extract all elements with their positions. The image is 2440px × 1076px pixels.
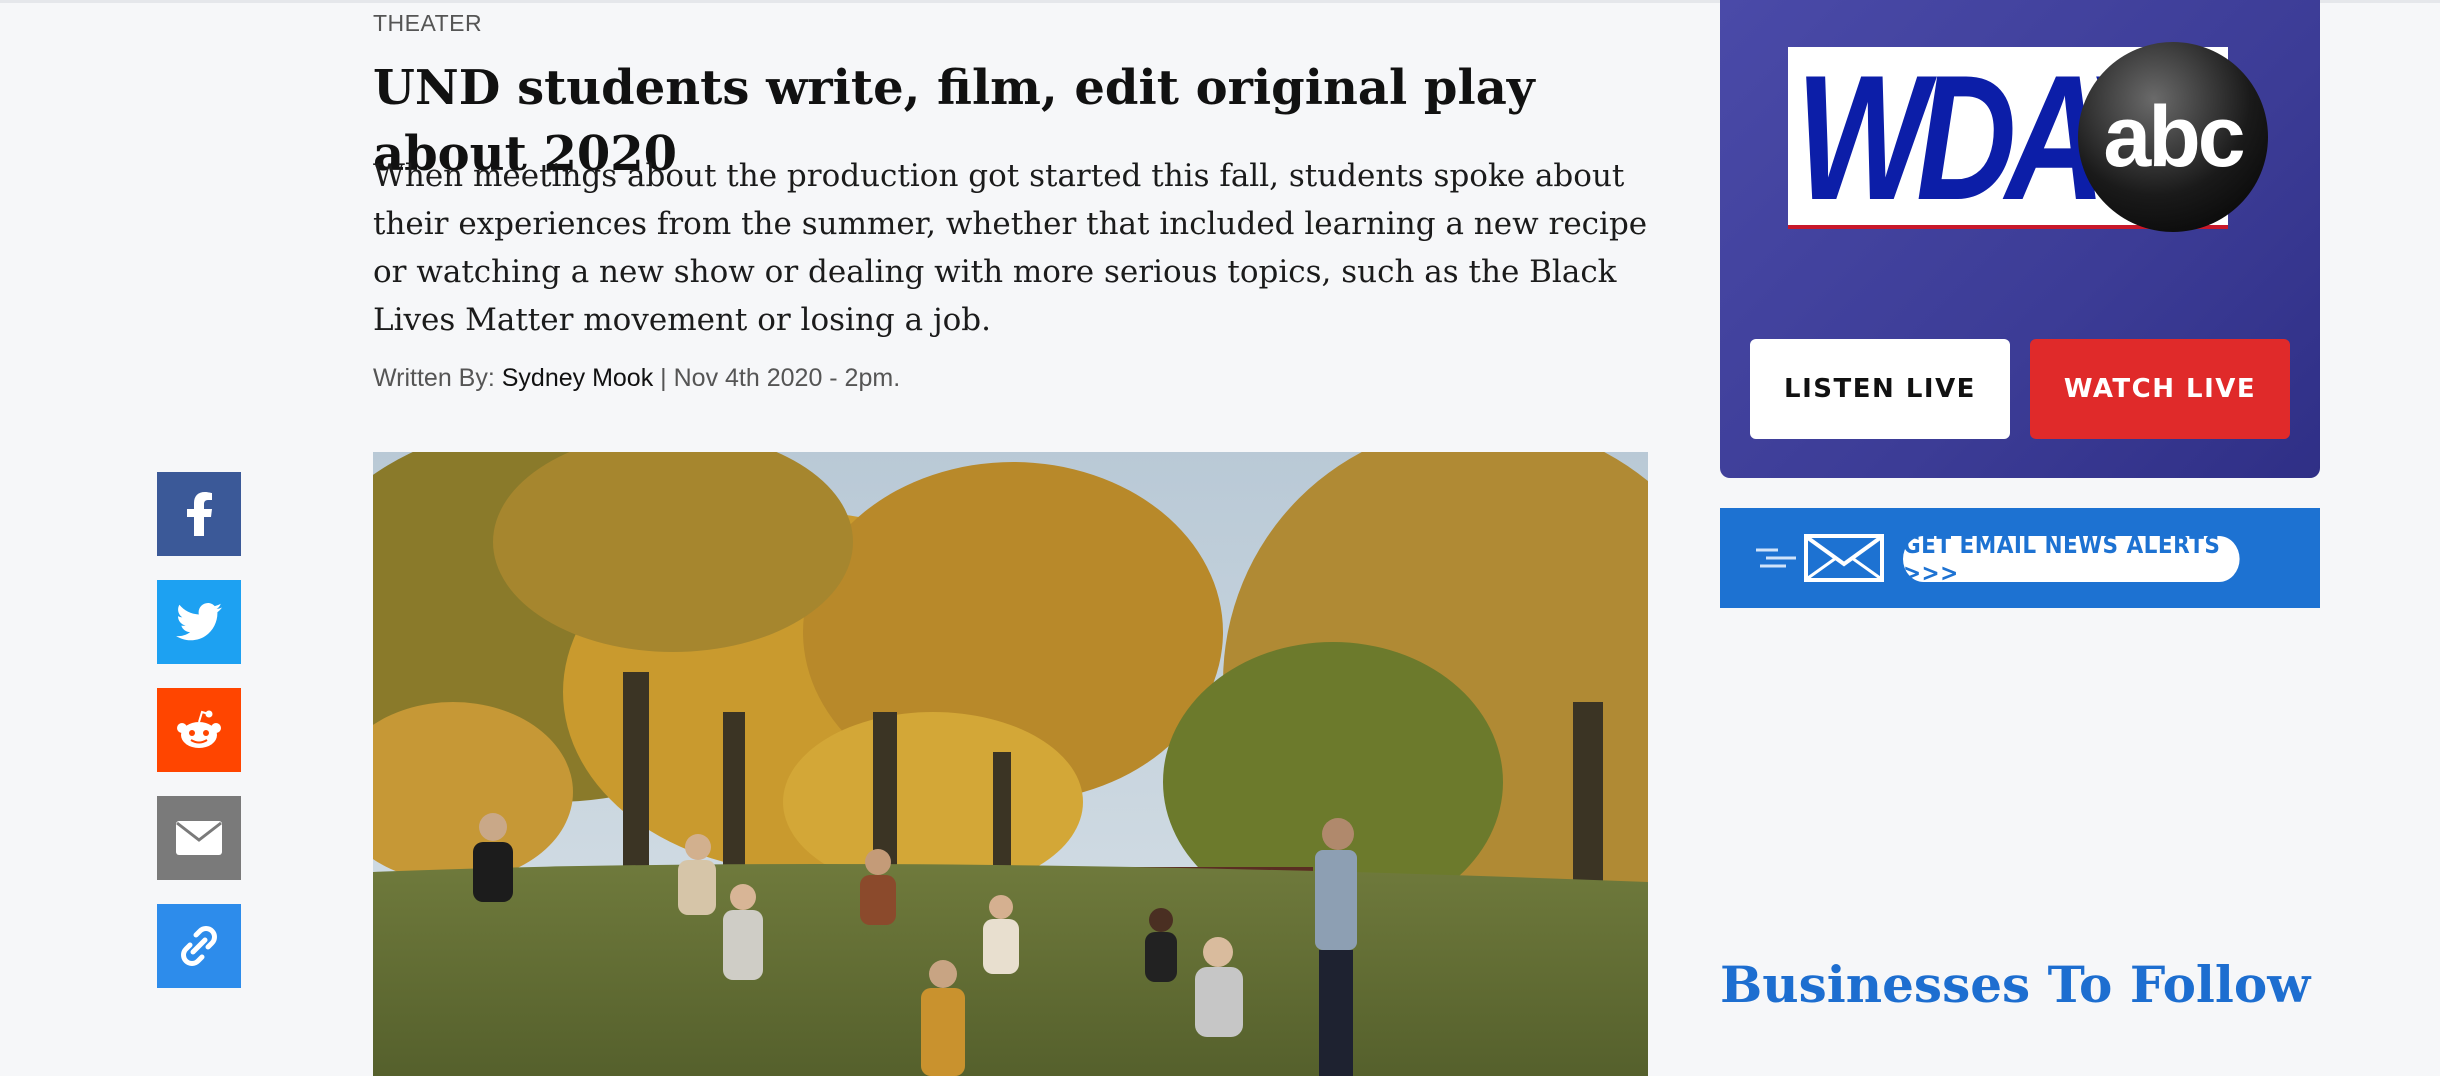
article-dek: When meetings about the production got s… — [373, 158, 1648, 338]
email-share-button[interactable] — [157, 796, 241, 880]
byline-author[interactable]: Sydney Mook — [502, 364, 653, 392]
byline-prefix: Written By: — [373, 364, 495, 392]
email-alerts-banner[interactable]: GET EMAIL NEWS ALERTS >>> — [1720, 508, 2320, 608]
station-promo: WDAY abc LISTEN LIVE WATCH LIVE — [1720, 0, 2320, 478]
byline: Written By: Sydney Mook | Nov 4th 2020 -… — [373, 364, 900, 393]
article-category[interactable]: THEATER — [373, 10, 482, 37]
watch-live-button[interactable]: WATCH LIVE — [2030, 339, 2290, 439]
reddit-icon — [177, 710, 221, 748]
twitter-icon — [176, 603, 222, 641]
facebook-share-button[interactable] — [157, 472, 241, 556]
abc-logo: abc — [2078, 42, 2268, 232]
hero-image — [373, 452, 1648, 1076]
email-alerts-label: GET EMAIL NEWS ALERTS >>> — [1903, 531, 2240, 587]
envelope-icon — [1756, 534, 1884, 582]
link-icon — [181, 926, 217, 966]
twitter-share-button[interactable] — [157, 580, 241, 664]
byline-date: Nov 4th 2020 - 2pm. — [673, 364, 901, 392]
listen-live-button[interactable]: LISTEN LIVE — [1750, 339, 2010, 439]
reddit-share-button[interactable] — [157, 688, 241, 772]
facebook-icon — [187, 492, 212, 536]
email-icon — [176, 821, 222, 855]
byline-separator: | — [660, 364, 667, 392]
businesses-section-title: Businesses To Follow — [1720, 955, 2311, 1014]
copy-link-button[interactable] — [157, 904, 241, 988]
station-logo[interactable]: WDAY abc — [1788, 42, 2268, 233]
